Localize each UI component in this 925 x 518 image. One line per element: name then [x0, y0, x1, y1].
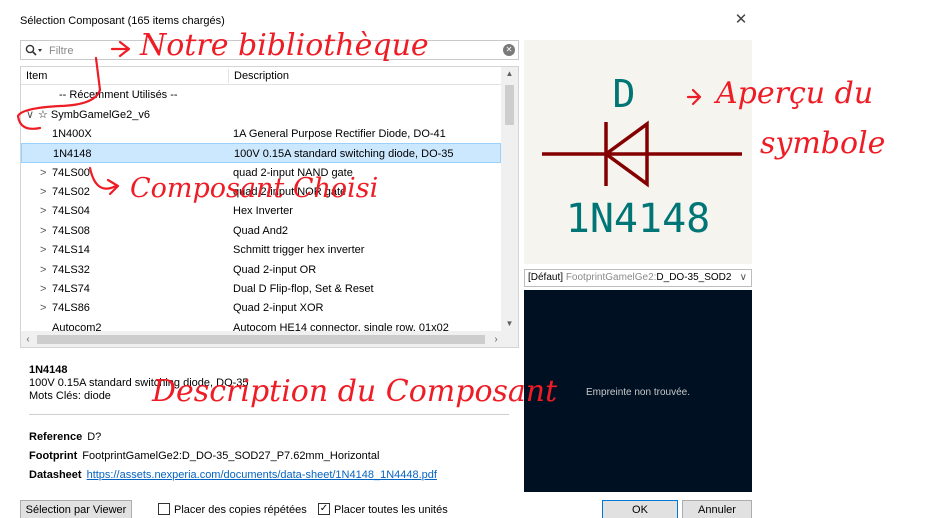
vertical-scroll-thumb[interactable]	[505, 85, 514, 125]
row-item-name: 74LS08	[52, 224, 90, 237]
expand-chevron-icon[interactable]: >	[40, 302, 46, 314]
row-item-description: Schmitt trigger hex inverter	[233, 244, 365, 257]
scroll-left-icon[interactable]: ‹	[21, 331, 35, 347]
all-units-label: Placer toutes les unités	[334, 504, 448, 516]
tree-rows: -- Récemment Utilisés -- ∨ ☆ SymbGamelGe2_…	[21, 85, 501, 331]
all-units-box[interactable]: ✓	[318, 503, 330, 515]
annotation-chosen: Composant Choisi	[130, 173, 379, 204]
symbol-value: 1N4148	[566, 196, 711, 242]
component-details: 1N4148 100V 0.15A standard switching dio…	[20, 352, 519, 492]
window-title: Sélection Composant (165 items chargés)	[20, 15, 225, 27]
row-item-description: Quad 2-input OR	[233, 263, 317, 276]
detail-divider	[29, 414, 509, 415]
expand-chevron-icon[interactable]: >	[40, 244, 46, 256]
row-item-name: 74LS04	[52, 205, 90, 218]
symbol-reference: D	[613, 72, 636, 116]
search-icon	[25, 44, 45, 60]
symbol-preview: D 1N4148	[524, 40, 752, 264]
clear-icon[interactable]: ✕	[503, 44, 515, 56]
footprint-select-lib: FootprintGamelGe2:	[565, 272, 657, 283]
expand-chevron-icon[interactable]: >	[40, 283, 46, 295]
footprint-view: Empreinte non trouvée.	[524, 290, 752, 492]
reference-value: D?	[87, 431, 102, 443]
component-tree[interactable]: Item Description -- Récemment Utilisés -…	[20, 66, 519, 348]
tree-group[interactable]: ∨ ☆ SymbGamelGe2_v6	[21, 104, 501, 123]
diode-symbol: D 1N4148	[542, 72, 742, 242]
footprint-label: Footprint	[29, 450, 78, 462]
row-item-name: 74LS02	[52, 186, 90, 198]
scroll-down-icon[interactable]: ▼	[501, 317, 518, 331]
row-item-description: Dual D Flip-flop, Set & Reset	[233, 283, 374, 295]
table-row[interactable]: >74LS14 Schmitt trigger hex inverter	[21, 240, 501, 259]
annotation-preview-2: symbole	[760, 126, 886, 161]
expand-chevron-icon[interactable]: >	[40, 225, 46, 237]
expand-chevron-icon[interactable]: >	[40, 264, 46, 276]
column-divider[interactable]	[228, 69, 229, 83]
reference-label: Reference	[29, 431, 83, 443]
row-item-name: 1N4148	[53, 148, 92, 161]
row-item-description: 100V 0.15A standard switching diode, DO-…	[234, 148, 454, 161]
expand-chevron-icon[interactable]: >	[40, 186, 46, 198]
expand-chevron-icon[interactable]: ∨	[26, 108, 34, 121]
close-button[interactable]: ✕	[733, 12, 749, 28]
row-item-name: 74LS74	[52, 283, 90, 295]
table-row[interactable]: >74LS32 Quad 2-input OR	[21, 260, 501, 279]
row-item-description: Hex Inverter	[233, 205, 293, 218]
title-bar: Sélection Composant (165 items chargés)	[0, 0, 925, 34]
footprint-select[interactable]: [Défaut] FootprintGamelGe2:D_DO-35_SOD2 …	[524, 269, 752, 287]
datasheet-link[interactable]: https://assets.nexperia.com/documents/da…	[87, 469, 437, 481]
row-item-description: Autocom HE14 connector, single row, 01x0…	[233, 321, 449, 331]
table-row[interactable]: >74LS04 Hex Inverter	[21, 201, 501, 220]
row-item-name: 1N400X	[52, 127, 92, 140]
detail-keywords: Mots Clés: diode	[29, 390, 111, 402]
row-item-name: -- Récemment Utilisés --	[59, 89, 178, 101]
row-item-name: 74LS14	[52, 244, 90, 257]
detail-name: 1N4148	[29, 364, 68, 376]
tree-group[interactable]: -- Récemment Utilisés --	[21, 85, 501, 104]
detail-footprint: Footprint FootprintGamelGe2:D_DO-35_SOD27…	[29, 450, 379, 462]
scroll-right-icon[interactable]: ›	[489, 331, 503, 347]
row-item-name: 74LS32	[52, 263, 90, 276]
tree-header: Item Description	[21, 67, 501, 85]
detail-reference: Reference D?	[29, 431, 101, 443]
table-row[interactable]: >74LS08 Quad And2	[21, 221, 501, 240]
row-item-name: Autocom2	[52, 321, 102, 331]
column-header-description[interactable]: Description	[234, 70, 289, 82]
table-row[interactable]: >74LS74 Dual D Flip-flop, Set & Reset	[21, 279, 501, 298]
cancel-button[interactable]: Annuler	[682, 500, 752, 518]
expand-chevron-icon[interactable]: >	[40, 167, 46, 179]
select-by-viewer-button[interactable]: Sélection par Viewer	[20, 500, 132, 518]
column-header-item[interactable]: Item	[26, 70, 47, 82]
footprint-not-found: Empreinte non trouvée.	[586, 387, 690, 398]
repeat-copies-label: Placer des copies répétées	[174, 504, 307, 516]
table-row[interactable]: 1N4148 100V 0.15A standard switching diod…	[21, 143, 501, 163]
footprint-select-value: D_DO-35_SOD2	[656, 272, 732, 283]
table-row[interactable]: Autocom2 Autocom HE14 connector, single r…	[21, 318, 501, 331]
repeat-copies-box[interactable]	[158, 503, 170, 515]
vertical-scrollbar[interactable]: ▲ ▼	[501, 67, 518, 331]
footprint-value: FootprintGamelGe2:D_DO-35_SOD27_P7.62mm_…	[82, 450, 380, 462]
annotation-preview-1: Aperçu du	[716, 76, 874, 111]
ok-button[interactable]: OK	[602, 500, 678, 518]
row-item-description: Quad 2-input XOR	[233, 302, 324, 315]
annotation-description: Description du Composant	[152, 374, 558, 409]
row-item-name: 74LS86	[52, 302, 90, 315]
row-item-name: ☆ SymbGamelGe2_v6	[38, 109, 150, 122]
table-row[interactable]: 1N400X 1A General Purpose Rectifier Diode…	[21, 124, 501, 143]
horizontal-scrollbar[interactable]: ‹ ›	[21, 331, 518, 347]
footprint-select-prefix: [Défaut]	[528, 272, 564, 283]
annotation-library: Notre bibliothèque	[140, 28, 429, 63]
table-row[interactable]: >74LS86 Quad 2-input XOR	[21, 298, 501, 317]
scroll-up-icon[interactable]: ▲	[501, 67, 518, 81]
datasheet-label: Datasheet	[29, 469, 82, 481]
detail-datasheet: Datasheet https://assets.nexperia.com/doc…	[29, 469, 437, 481]
row-item-description: 1A General Purpose Rectifier Diode, DO-4…	[233, 127, 446, 140]
expand-chevron-icon[interactable]: >	[40, 205, 46, 217]
row-item-name: 74LS00	[52, 166, 90, 179]
chevron-down-icon[interactable]: ∨	[740, 270, 747, 286]
horizontal-scroll-thumb[interactable]	[37, 335, 485, 344]
row-item-description: Quad And2	[233, 224, 289, 237]
